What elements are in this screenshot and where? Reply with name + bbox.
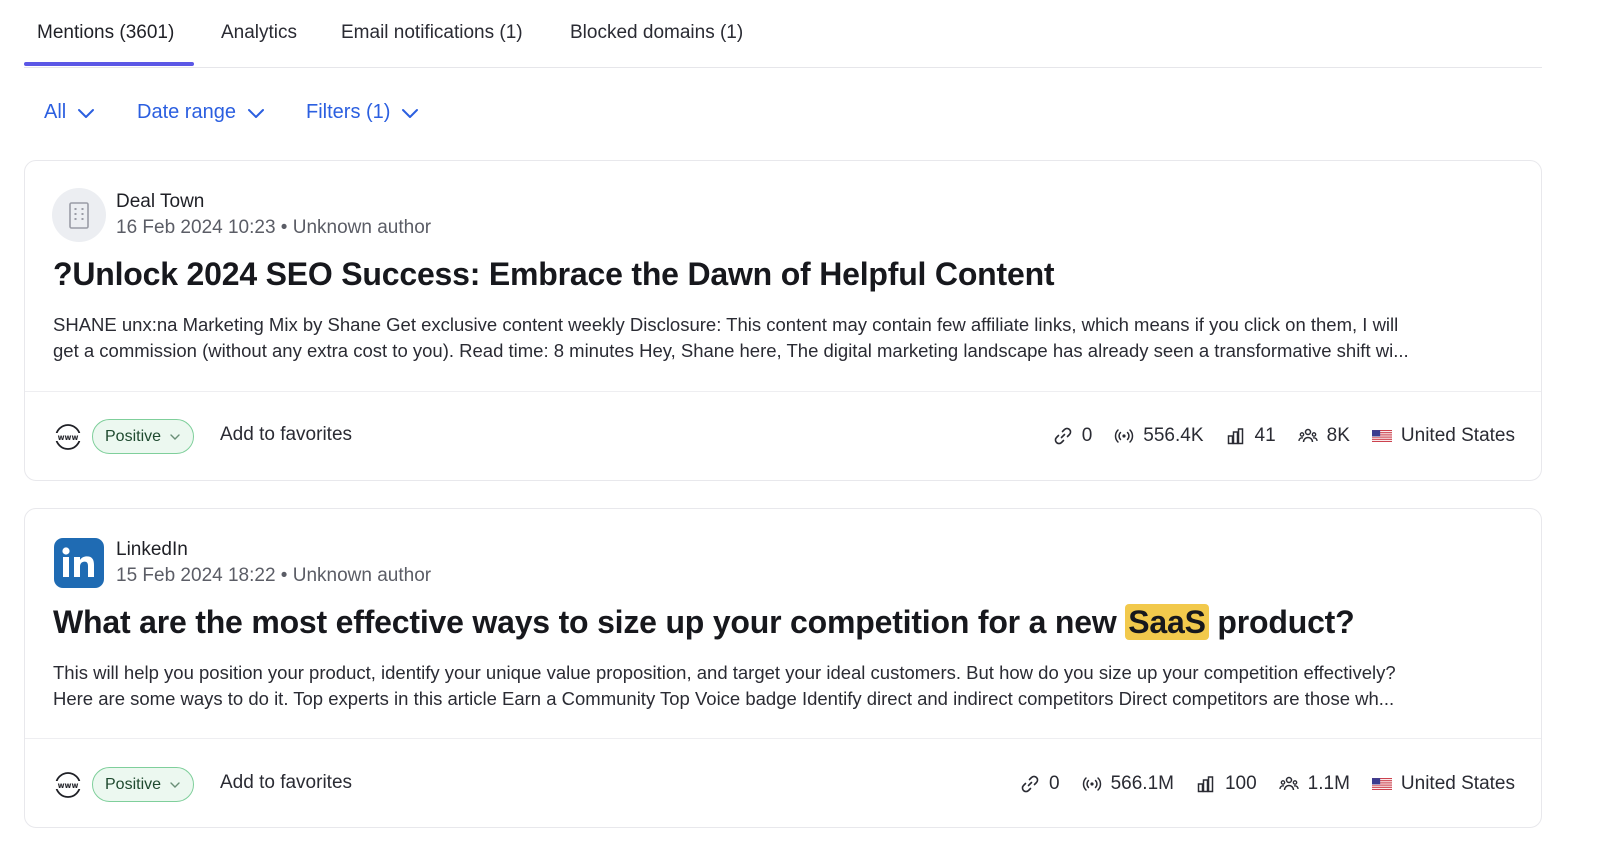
users-icon (1279, 776, 1299, 791)
reach-stat: 556.4K (1114, 425, 1204, 447)
source-name[interactable]: LinkedIn (116, 539, 188, 561)
country-name: United States (1400, 773, 1515, 794)
www-icon: www (55, 772, 81, 798)
filters-dropdown[interactable]: Filters (1) (306, 101, 420, 124)
excerpt-line: Here are some ways to do it. Top experts… (53, 688, 1395, 709)
sentiment-dropdown[interactable]: Positive (92, 419, 195, 454)
mention-footer: www Positive Add to favorites 0 566.1M 1… (25, 740, 1541, 829)
mention-title[interactable]: What are the most effective ways to size… (53, 604, 1355, 641)
followers-value: 1.1M (1307, 773, 1350, 794)
reach-value: 566.1M (1110, 773, 1174, 794)
chevron-down-icon (247, 108, 264, 118)
chevron-down-icon (78, 108, 95, 118)
tab-email-notifications[interactable]: Email notifications (1) (341, 22, 523, 44)
mention-footer: www Positive Add to favorites 0 556.4K 4… (25, 392, 1541, 481)
links-stat: 0 (1053, 425, 1093, 447)
bar-chart-icon (1227, 428, 1243, 445)
us-flag-icon (1371, 430, 1392, 442)
title-text: product? (1208, 604, 1355, 640)
svg-text:www: www (58, 433, 79, 442)
links-count: 0 (1049, 773, 1060, 794)
tab-analytics[interactable]: Analytics (221, 22, 297, 44)
followers-stat: 1.1M (1279, 773, 1350, 795)
mention-excerpt: This will help you position your product… (53, 660, 1515, 712)
bar-chart-icon (1197, 776, 1214, 793)
add-to-favorites-button[interactable]: Add to favorites (220, 772, 352, 794)
mention-stats: 0 556.4K 41 8K United States (1053, 425, 1515, 447)
influence-value: 100 (1224, 773, 1257, 794)
chevron-down-icon (402, 108, 419, 118)
mention-meta: 15 Feb 2024 18:22 • Unknown author (116, 565, 432, 586)
mention-card[interactable]: Deal Town 16 Feb 2024 10:23 • Unknown au… (24, 160, 1542, 481)
www-icon: www (55, 424, 81, 450)
filters-label: Filters (1) (306, 101, 391, 123)
link-icon (1021, 775, 1039, 793)
chevron-down-icon (170, 781, 180, 788)
mention-excerpt: SHANE unx:na Marketing Mix by Shane Get … (53, 312, 1515, 364)
mention-card-body: Deal Town 16 Feb 2024 10:23 • Unknown au… (25, 161, 1541, 392)
us-flag-icon (1371, 778, 1392, 790)
source-name[interactable]: Deal Town (116, 191, 204, 213)
links-stat: 0 (1020, 773, 1060, 795)
sentiment-label: Positive (105, 775, 162, 793)
linkedin-icon (54, 538, 104, 588)
excerpt-line: get a commission (without any extra cost… (53, 340, 1409, 361)
keyword-highlight: SaaS (1125, 604, 1209, 640)
users-icon (1298, 428, 1318, 443)
tab-bar: Mentions (3601) Analytics Email notifica… (24, 0, 1542, 68)
tab-mentions[interactable]: Mentions (3601) (37, 22, 174, 44)
title-text: What are the most effective ways to size… (53, 604, 1126, 640)
tab-blocked-domains[interactable]: Blocked domains (1) (570, 22, 743, 44)
sentiment-label: Positive (105, 427, 162, 445)
all-filter-label: All (44, 101, 67, 123)
date-range-dropdown[interactable]: Date range (137, 101, 266, 124)
mention-stats: 0 566.1M 100 1.1M United States (1020, 773, 1515, 795)
mention-card[interactable]: LinkedIn 15 Feb 2024 18:22 • Unknown aut… (24, 508, 1542, 828)
reach-value: 556.4K (1143, 425, 1204, 446)
influence-stat: 41 (1226, 425, 1276, 447)
mention-title[interactable]: ?Unlock 2024 SEO Success: Embrace the Da… (53, 256, 1055, 293)
add-to-favorites-button[interactable]: Add to favorites (220, 424, 352, 446)
building-icon (52, 188, 106, 242)
followers-stat: 8K (1298, 425, 1350, 447)
mention-card-body: LinkedIn 15 Feb 2024 18:22 • Unknown aut… (25, 509, 1541, 739)
broadcast-icon (1082, 777, 1101, 791)
influence-value: 41 (1254, 425, 1276, 446)
sentiment-dropdown[interactable]: Positive (92, 767, 195, 802)
link-icon (1054, 427, 1072, 445)
excerpt-line: This will help you position your product… (53, 662, 1396, 683)
excerpt-line: SHANE unx:na Marketing Mix by Shane Get … (53, 314, 1399, 335)
all-filter-dropdown[interactable]: All (44, 101, 96, 124)
active-tab-indicator (24, 62, 194, 66)
mention-meta: 16 Feb 2024 10:23 • Unknown author (116, 217, 432, 238)
chevron-down-icon (170, 433, 180, 440)
date-range-label: Date range (137, 101, 236, 123)
followers-value: 8K (1326, 425, 1350, 446)
reach-stat: 566.1M (1082, 773, 1174, 795)
links-count: 0 (1081, 425, 1093, 446)
svg-text:www: www (58, 781, 79, 790)
country-name: United States (1400, 425, 1515, 446)
country-stat: United States (1371, 425, 1515, 447)
influence-stat: 100 (1196, 773, 1257, 795)
country-stat: United States (1371, 773, 1515, 795)
broadcast-icon (1115, 429, 1134, 443)
